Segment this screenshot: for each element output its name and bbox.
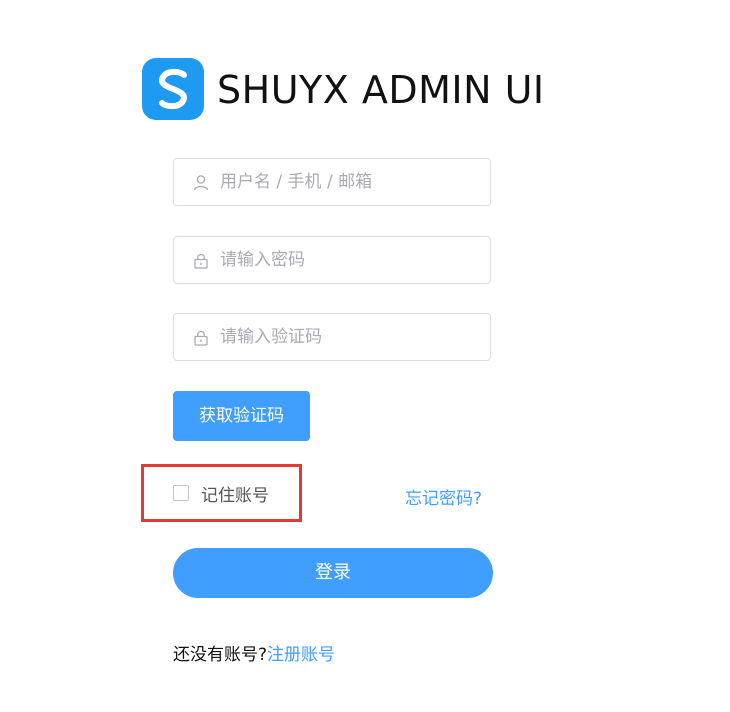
remember-account-toggle[interactable]: 记住账号	[173, 482, 269, 506]
captcha-input[interactable]	[220, 314, 480, 360]
get-code-button[interactable]: 获取验证码	[173, 391, 310, 441]
app-title: SHUYX ADMIN UI	[217, 68, 545, 112]
username-input[interactable]	[220, 159, 480, 205]
password-input[interactable]	[220, 237, 480, 283]
login-button[interactable]: 登录	[173, 548, 493, 598]
remember-label: 记住账号	[201, 485, 269, 506]
captcha-field[interactable]	[173, 313, 491, 361]
password-field[interactable]	[173, 236, 491, 284]
lock-icon	[193, 252, 209, 269]
username-field[interactable]	[173, 158, 491, 206]
register-link[interactable]: 注册账号	[267, 645, 335, 665]
user-icon	[193, 174, 209, 191]
forgot-password-link[interactable]: 忘记密码?	[405, 484, 482, 509]
login-page: SHUYX ADMIN UI 获取	[0, 0, 730, 712]
lock-icon	[193, 329, 209, 346]
remember-checkbox[interactable]	[173, 485, 189, 501]
no-account-text: 还没有账号?	[173, 645, 268, 665]
register-prompt: 还没有账号?注册账号	[173, 640, 335, 665]
s-logo-icon	[142, 58, 204, 120]
